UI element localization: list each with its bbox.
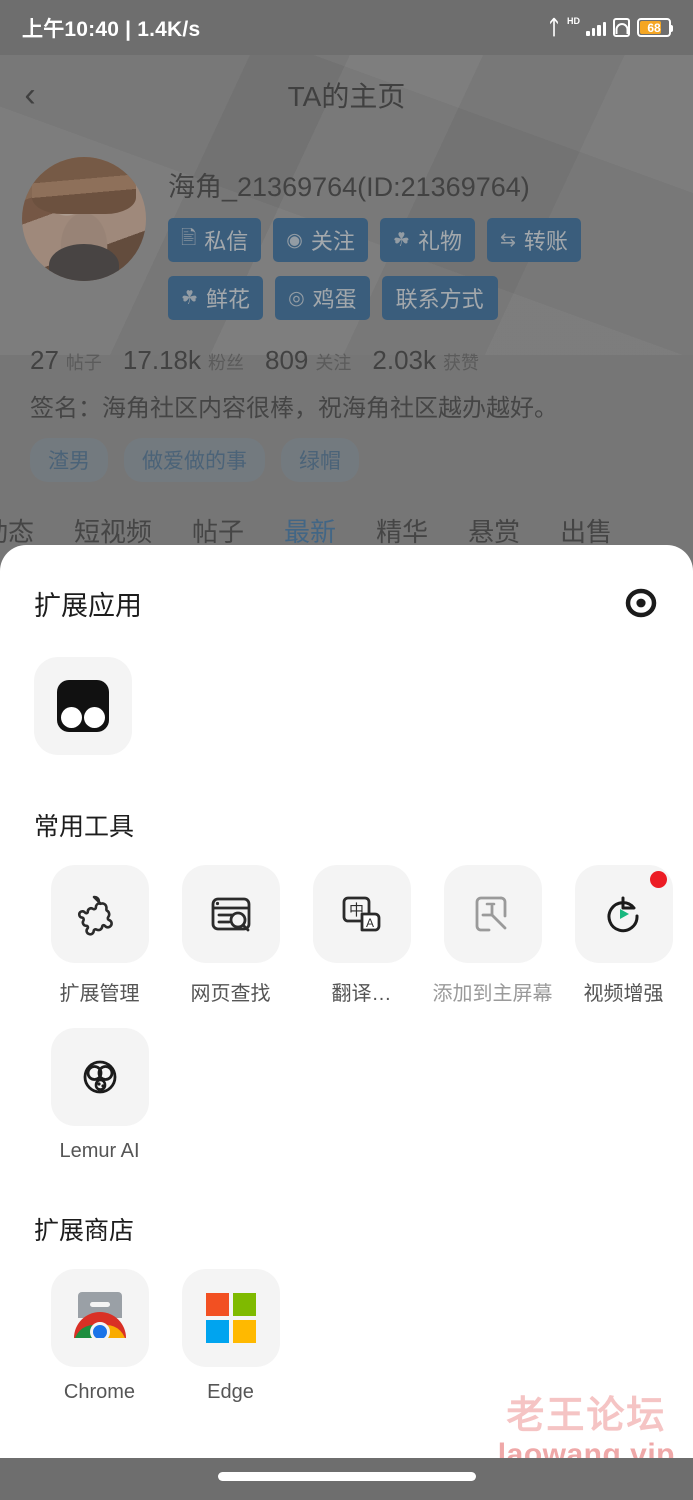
- home-indicator[interactable]: [217, 1472, 476, 1481]
- pinned-extension-tile[interactable]: [34, 657, 132, 755]
- store-chrome[interactable]: Chrome: [34, 1269, 165, 1404]
- tool-label: Lemur AI: [59, 1140, 140, 1162]
- lemur-face-icon: [83, 1060, 116, 1094]
- puzzle-piece-icon: [77, 895, 113, 936]
- tool-icon-wrap[interactable]: [50, 865, 149, 963]
- hd-label: HD: [567, 15, 580, 26]
- signal-icon: [586, 19, 606, 36]
- store-label: Edge: [207, 1381, 254, 1403]
- extension-dual-circle-icon: [57, 680, 109, 732]
- status-icons: ᛏ HD 68: [548, 15, 673, 39]
- extension-store-grid: Chrome Edge: [0, 1247, 693, 1404]
- add-to-homescreen-icon: [475, 896, 506, 932]
- tool-icon-wrap[interactable]: [50, 1028, 149, 1126]
- translate-icon: 中 A: [342, 896, 380, 932]
- extensions-bottom-sheet: 扩展应用 常用工具 扩展管理 网页查找 中 A 翻译… 添加到主屏幕 视频增强 …: [0, 545, 693, 1500]
- phone-screen: ‹ TA的主页 海角_21369764(ID:21369764) 🖹 私信 ◉ …: [0, 0, 693, 1500]
- pinned-extensions-row: [0, 623, 693, 755]
- tool-label: 扩展管理: [59, 983, 140, 1005]
- tool-label: 添加到主屏幕: [432, 983, 553, 1005]
- store-label: Chrome: [63, 1381, 136, 1403]
- new-badge-dot: [649, 871, 667, 888]
- tool-label: 视频增强: [583, 983, 664, 1005]
- tool-icon-wrap[interactable]: [443, 865, 542, 963]
- microsoft-edge-addons-icon: [205, 1293, 256, 1343]
- store-icon-wrap[interactable]: [181, 1269, 280, 1367]
- target-record-icon[interactable]: [621, 583, 661, 623]
- store-edge[interactable]: Edge: [165, 1269, 296, 1404]
- tool-label: 网页查找: [190, 983, 271, 1005]
- tool-extension-manager[interactable]: 扩展管理: [34, 865, 165, 1006]
- common-tools-grid: 扩展管理 网页查找 中 A 翻译… 添加到主屏幕 视频增强 Lemur AI: [0, 843, 693, 1163]
- tool-label: 翻译…: [331, 983, 392, 1005]
- sheet-title: 扩展应用: [34, 590, 142, 621]
- status-bar: 上午10:40 | 1.4K/s ᛏ HD 68: [0, 0, 693, 55]
- wifi-icon: [613, 18, 630, 37]
- store-icon-wrap[interactable]: [50, 1269, 149, 1367]
- tool-icon-wrap[interactable]: 中 A: [312, 865, 411, 963]
- tool-add-to-homescreen[interactable]: 添加到主屏幕: [427, 865, 558, 1006]
- tool-translate[interactable]: 中 A 翻译…: [296, 865, 427, 1006]
- chrome-webstore-icon: [71, 1292, 129, 1344]
- sheet-header: 扩展应用: [0, 545, 693, 623]
- video-enhance-icon: [607, 896, 639, 933]
- battery-percent: 68: [647, 20, 661, 35]
- page-search-icon: [211, 897, 250, 932]
- svg-text:A: A: [365, 916, 373, 930]
- system-nav-bar: [0, 1458, 693, 1500]
- tool-icon-wrap[interactable]: [574, 865, 673, 963]
- bluetooth-icon: ᛏ: [548, 16, 560, 39]
- tool-lemur-ai[interactable]: Lemur AI: [34, 1028, 165, 1163]
- pinned-extension-item[interactable]: [34, 657, 132, 755]
- section-title-common-tools: 常用工具: [34, 813, 135, 841]
- status-time-and-speed: 上午10:40 | 1.4K/s: [22, 17, 201, 41]
- tool-icon-wrap[interactable]: [181, 865, 280, 963]
- battery-icon: 68: [637, 18, 673, 37]
- section-title-extension-store: 扩展商店: [34, 1217, 135, 1245]
- tool-video-enhance[interactable]: 视频增强: [558, 865, 689, 1006]
- tool-page-search[interactable]: 网页查找: [165, 865, 296, 1006]
